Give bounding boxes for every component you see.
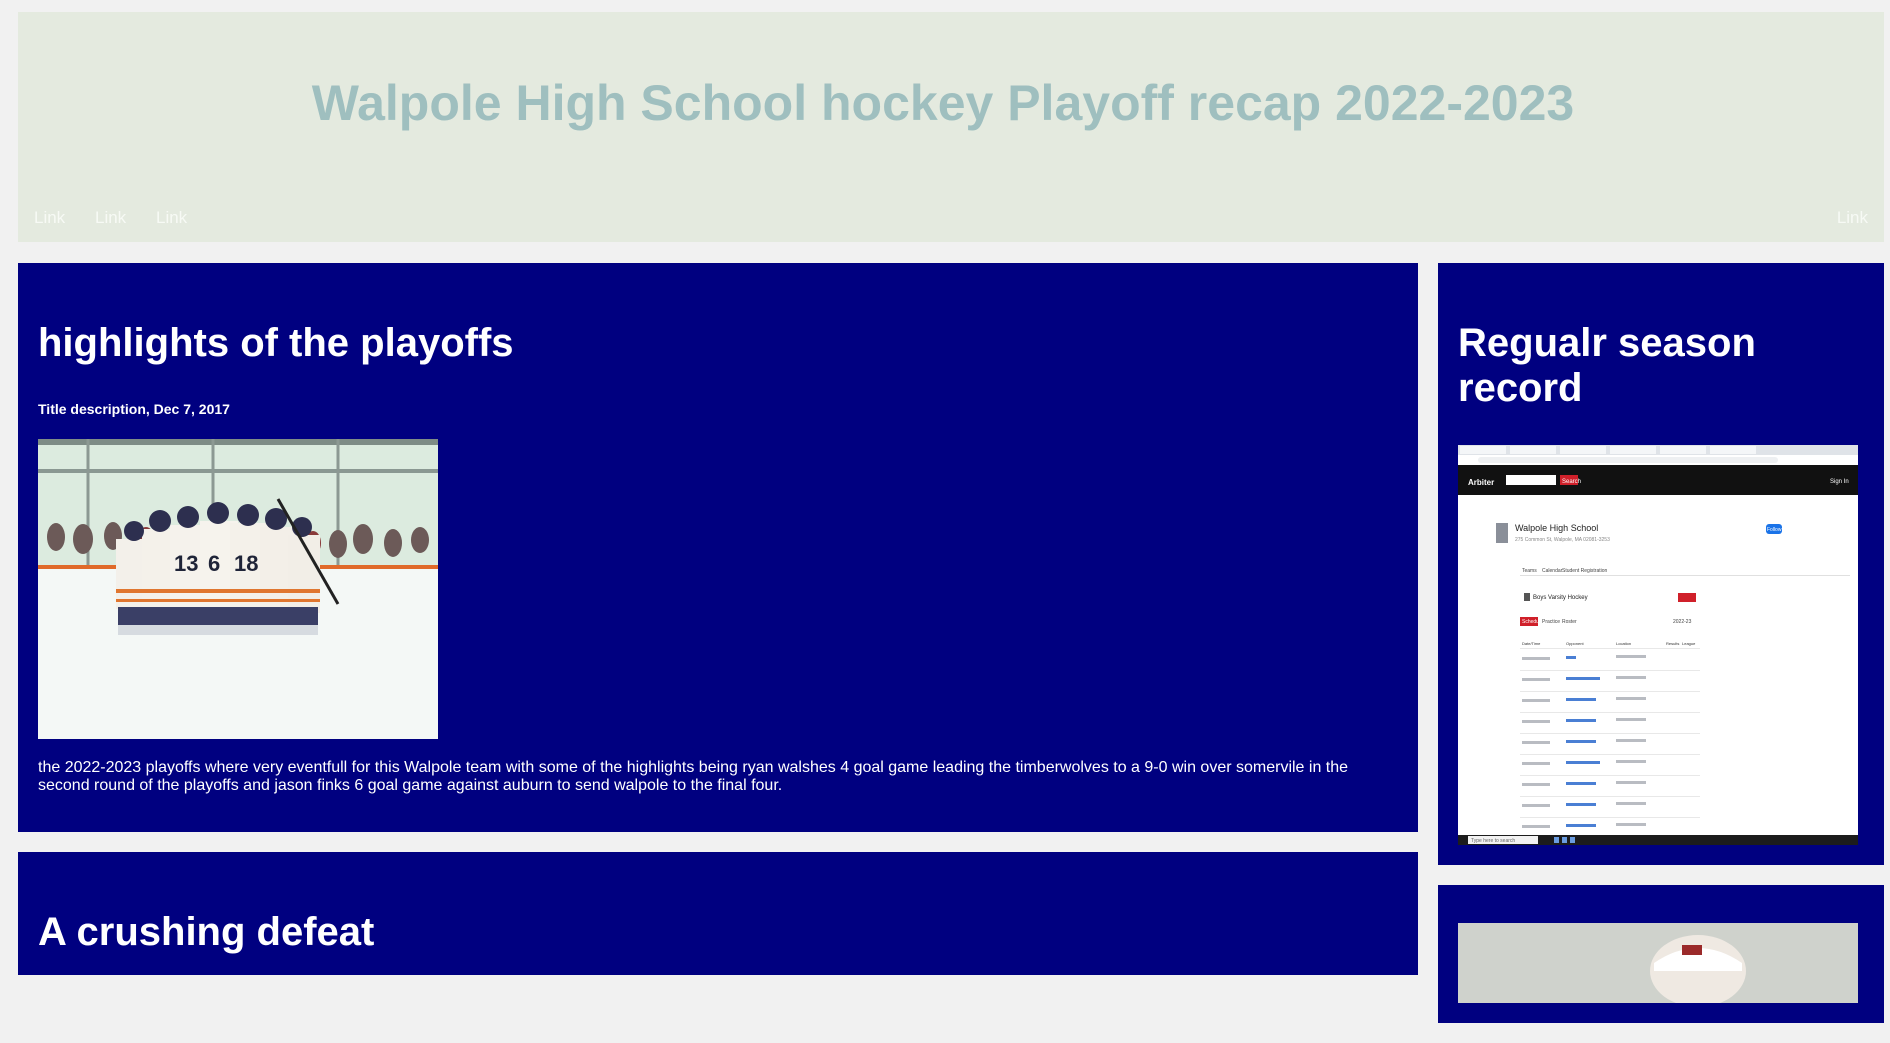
nav-link-right[interactable]: Link — [1837, 208, 1868, 228]
record-screenshot-image: Arbiter Search Sign In Walpole High Scho… — [1458, 445, 1858, 845]
screenshot-col-opponent: Opponent — [1566, 641, 1584, 646]
post-subheading: Title description, Dec 7, 2017 — [38, 401, 230, 417]
team-huddle-photo: 13 6 18 — [38, 439, 438, 739]
post-card-highlights: highlights of the playoffs Title descrip… — [18, 263, 1418, 832]
coach-photo-image — [1458, 923, 1858, 1003]
screenshot-team-name: Boys Varsity Hockey — [1533, 595, 1588, 601]
screenshot-follow-button: Follow — [1767, 527, 1782, 533]
svg-text:13: 13 — [174, 551, 198, 576]
team-huddle-illustration: 13 6 18 — [38, 439, 438, 739]
screenshot-col-results: Results — [1666, 641, 1679, 646]
coach-photo — [1458, 923, 1858, 1003]
screenshot-tab-registration: Student Registration — [1562, 568, 1608, 574]
main-column: highlights of the playoffs Title descrip… — [18, 263, 1418, 995]
screenshot-year-select: 2022-23 — [1673, 619, 1692, 625]
svg-text:18: 18 — [234, 551, 258, 576]
nav-link-1[interactable]: Link — [34, 208, 65, 228]
screenshot-school-address: 275 Common St, Walpole, MA 02081-3253 — [1515, 537, 1610, 543]
screenshot-sign-in: Sign In — [1830, 479, 1849, 485]
screenshot-taskbar-search: Type here to search — [1471, 838, 1515, 844]
post-body: the 2022-2023 playoffs where very eventf… — [38, 759, 1349, 794]
page-header: Walpole High School hockey Playoff recap… — [18, 12, 1884, 242]
page-title: Walpole High School hockey Playoff recap… — [311, 75, 1575, 131]
screenshot-tab-calendar: Calendar — [1542, 568, 1563, 574]
nav-link-2[interactable]: Link — [95, 208, 126, 228]
topnav: Link Link Link Link — [18, 208, 1884, 238]
screenshot-tab-teams: Teams — [1522, 568, 1537, 574]
screenshot-school-name: Walpole High School — [1515, 523, 1598, 533]
screenshot-search-button: Search — [1562, 479, 1581, 485]
screenshot-tab-practice: Practice — [1542, 619, 1560, 625]
screenshot-col-location: Location — [1616, 641, 1631, 646]
screenshot-tab-roster: Roster — [1562, 619, 1577, 625]
nav-link-3[interactable]: Link — [156, 208, 187, 228]
sidebar-card-photo — [1438, 885, 1884, 1023]
sidebar-card-title: Regualr season record — [1458, 321, 1756, 410]
screenshot-col-date: Date/Time — [1522, 641, 1541, 646]
record-screenshot: Arbiter Search Sign In Walpole High Scho… — [1458, 445, 1858, 845]
screenshot-tab-schedule: Schedule — [1522, 619, 1543, 625]
sidebar-column: Regualr season record Arbiter Search Sig… — [1438, 263, 1884, 1043]
post-heading: A crushing defeat — [38, 910, 375, 954]
sidebar-card-record: Regualr season record Arbiter Search Sig… — [1438, 263, 1884, 865]
post-heading: highlights of the playoffs — [38, 321, 514, 365]
post-card-defeat: A crushing defeat — [18, 852, 1418, 975]
svg-text:6: 6 — [208, 551, 220, 576]
screenshot-col-league: League — [1682, 641, 1696, 646]
svg-text:Arbiter: Arbiter — [1468, 478, 1494, 487]
